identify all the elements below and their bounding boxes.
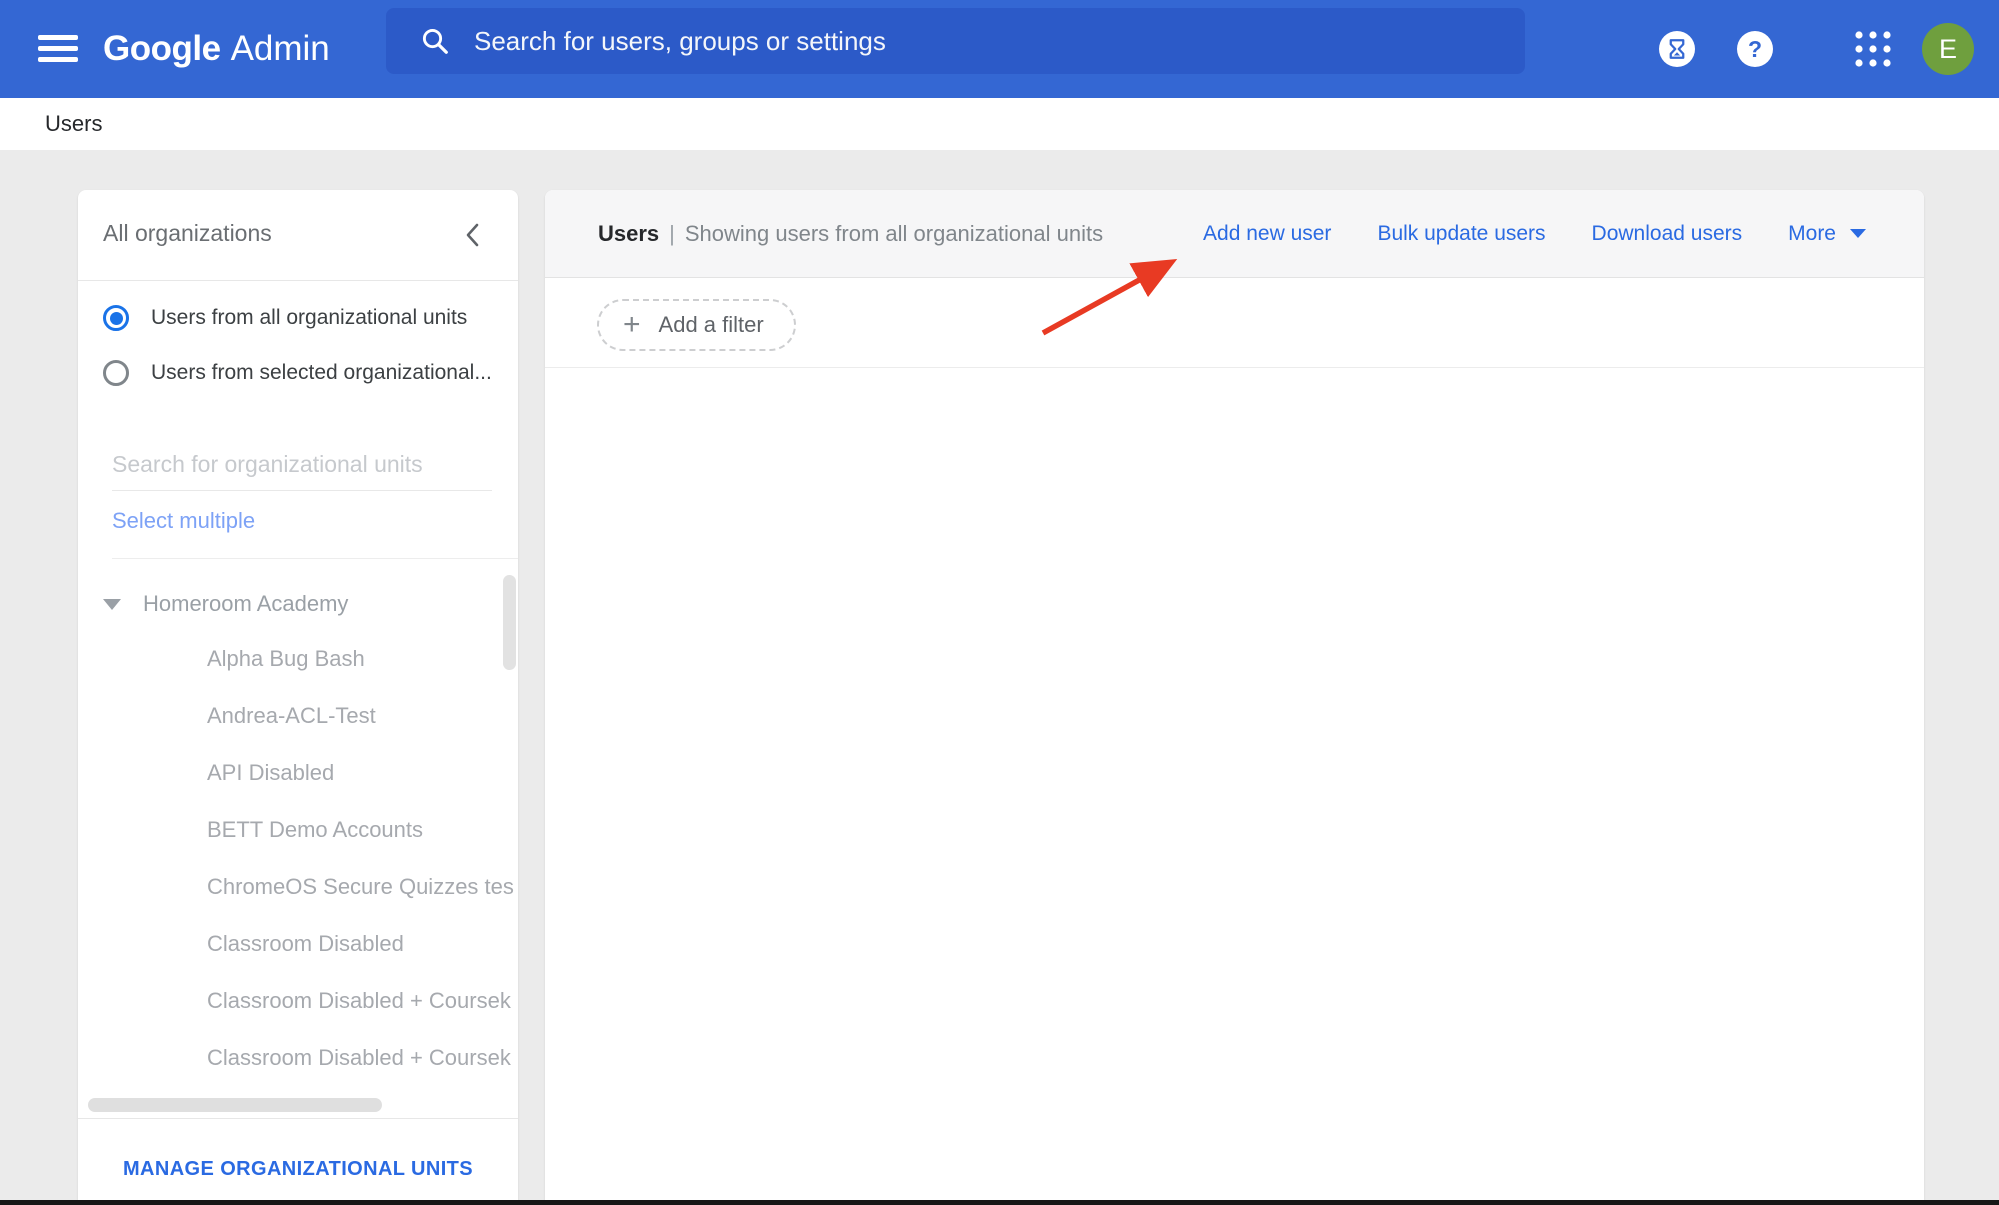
organizations-panel: All organizations Users from all organiz… bbox=[78, 190, 518, 1205]
add-filter-label: Add a filter bbox=[658, 312, 764, 337]
tree-item[interactable]: ChromeOS Secure Quizzes tes bbox=[207, 871, 518, 903]
plus-icon: + bbox=[623, 308, 641, 341]
title-separator: | bbox=[669, 220, 675, 246]
tree-item[interactable]: Alpha Bug Bash bbox=[207, 643, 518, 675]
radio-all-org-units[interactable]: Users from all organizational units bbox=[103, 298, 503, 338]
apps-grid-button[interactable] bbox=[1851, 27, 1895, 71]
account-avatar[interactable]: E bbox=[1922, 23, 1974, 75]
more-label: More bbox=[1788, 221, 1836, 245]
panel-title: All organizations bbox=[103, 220, 272, 246]
collapse-panel-icon[interactable] bbox=[464, 222, 480, 248]
apps-grid-icon bbox=[1855, 31, 1891, 67]
radio-unselected-icon bbox=[103, 360, 129, 386]
breadcrumb: Users bbox=[0, 98, 1999, 150]
org-unit-search[interactable] bbox=[112, 445, 492, 491]
tree-item[interactable]: API Disabled bbox=[207, 757, 518, 789]
top-app-bar: Google Admin ? bbox=[0, 0, 1999, 98]
divider bbox=[112, 558, 518, 559]
avatar: E bbox=[1922, 23, 1974, 75]
search-icon bbox=[422, 28, 448, 54]
add-filter-button[interactable]: + Add a filter bbox=[597, 299, 796, 351]
tree-item[interactable]: BETT Demo Accounts bbox=[207, 814, 518, 846]
select-multiple-link[interactable]: Select multiple bbox=[112, 508, 255, 534]
google-admin-console: Google Admin ? bbox=[0, 0, 1999, 1205]
horizontal-scrollbar[interactable] bbox=[88, 1098, 382, 1112]
tree-item[interactable]: Classroom Disabled + Coursek bbox=[207, 985, 518, 1017]
logo-admin: Admin bbox=[230, 29, 330, 68]
radio-label: Users from all organizational units bbox=[151, 306, 468, 329]
page-subtitle: Showing users from all organizational un… bbox=[684, 220, 1104, 246]
divider bbox=[78, 1118, 518, 1119]
menu-icon[interactable] bbox=[38, 29, 84, 69]
bulk-update-users-link[interactable]: Bulk update users bbox=[1377, 222, 1545, 246]
tree-node-homeroom-academy[interactable]: Homeroom Academy bbox=[103, 588, 348, 620]
radio-selected-org-units[interactable]: Users from selected organizational... bbox=[103, 353, 503, 393]
vertical-scrollbar[interactable] bbox=[503, 575, 516, 670]
tree-root-label: Homeroom Academy bbox=[143, 591, 349, 616]
chevron-down-icon bbox=[1850, 229, 1866, 238]
page-title: Users bbox=[598, 220, 660, 246]
radio-label: Users from selected organizational... bbox=[151, 361, 491, 384]
radio-selected-icon bbox=[103, 305, 129, 331]
tree-item[interactable]: Andrea-ACL-Test bbox=[207, 700, 518, 732]
filter-bar: + Add a filter bbox=[545, 278, 1924, 368]
hourglass-icon bbox=[1669, 39, 1685, 59]
breadcrumb-label[interactable]: Users bbox=[45, 111, 102, 137]
tree-item[interactable]: Classroom Disabled + Coursek bbox=[207, 1042, 518, 1074]
organizations-panel-header: All organizations bbox=[78, 190, 518, 281]
expander-arrow-icon[interactable] bbox=[103, 598, 121, 610]
manage-organizational-units-button[interactable]: MANAGE ORGANIZATIONAL UNITS bbox=[78, 1138, 518, 1200]
logo-google: Google bbox=[103, 29, 221, 68]
task-history-button[interactable] bbox=[1659, 31, 1695, 67]
add-new-user-link[interactable]: Add new user bbox=[1203, 222, 1331, 246]
tree-item[interactable]: Classroom Disabled bbox=[207, 928, 518, 960]
users-panel-header: Users | Showing users from all organizat… bbox=[545, 190, 1924, 278]
search-input[interactable] bbox=[472, 24, 1525, 58]
more-menu-button[interactable]: More bbox=[1788, 222, 1866, 246]
org-unit-search-input[interactable] bbox=[112, 445, 492, 491]
help-button[interactable]: ? bbox=[1737, 31, 1773, 67]
header-actions: Add new user Bulk update users Download … bbox=[1203, 190, 1866, 277]
download-users-link[interactable]: Download users bbox=[1592, 222, 1743, 246]
users-panel: Users | Showing users from all organizat… bbox=[545, 190, 1924, 1205]
app-logo[interactable]: Google Admin bbox=[103, 0, 330, 98]
window-bottom-edge bbox=[0, 1200, 1999, 1205]
help-icon: ? bbox=[1747, 35, 1763, 62]
global-search[interactable] bbox=[386, 8, 1525, 74]
